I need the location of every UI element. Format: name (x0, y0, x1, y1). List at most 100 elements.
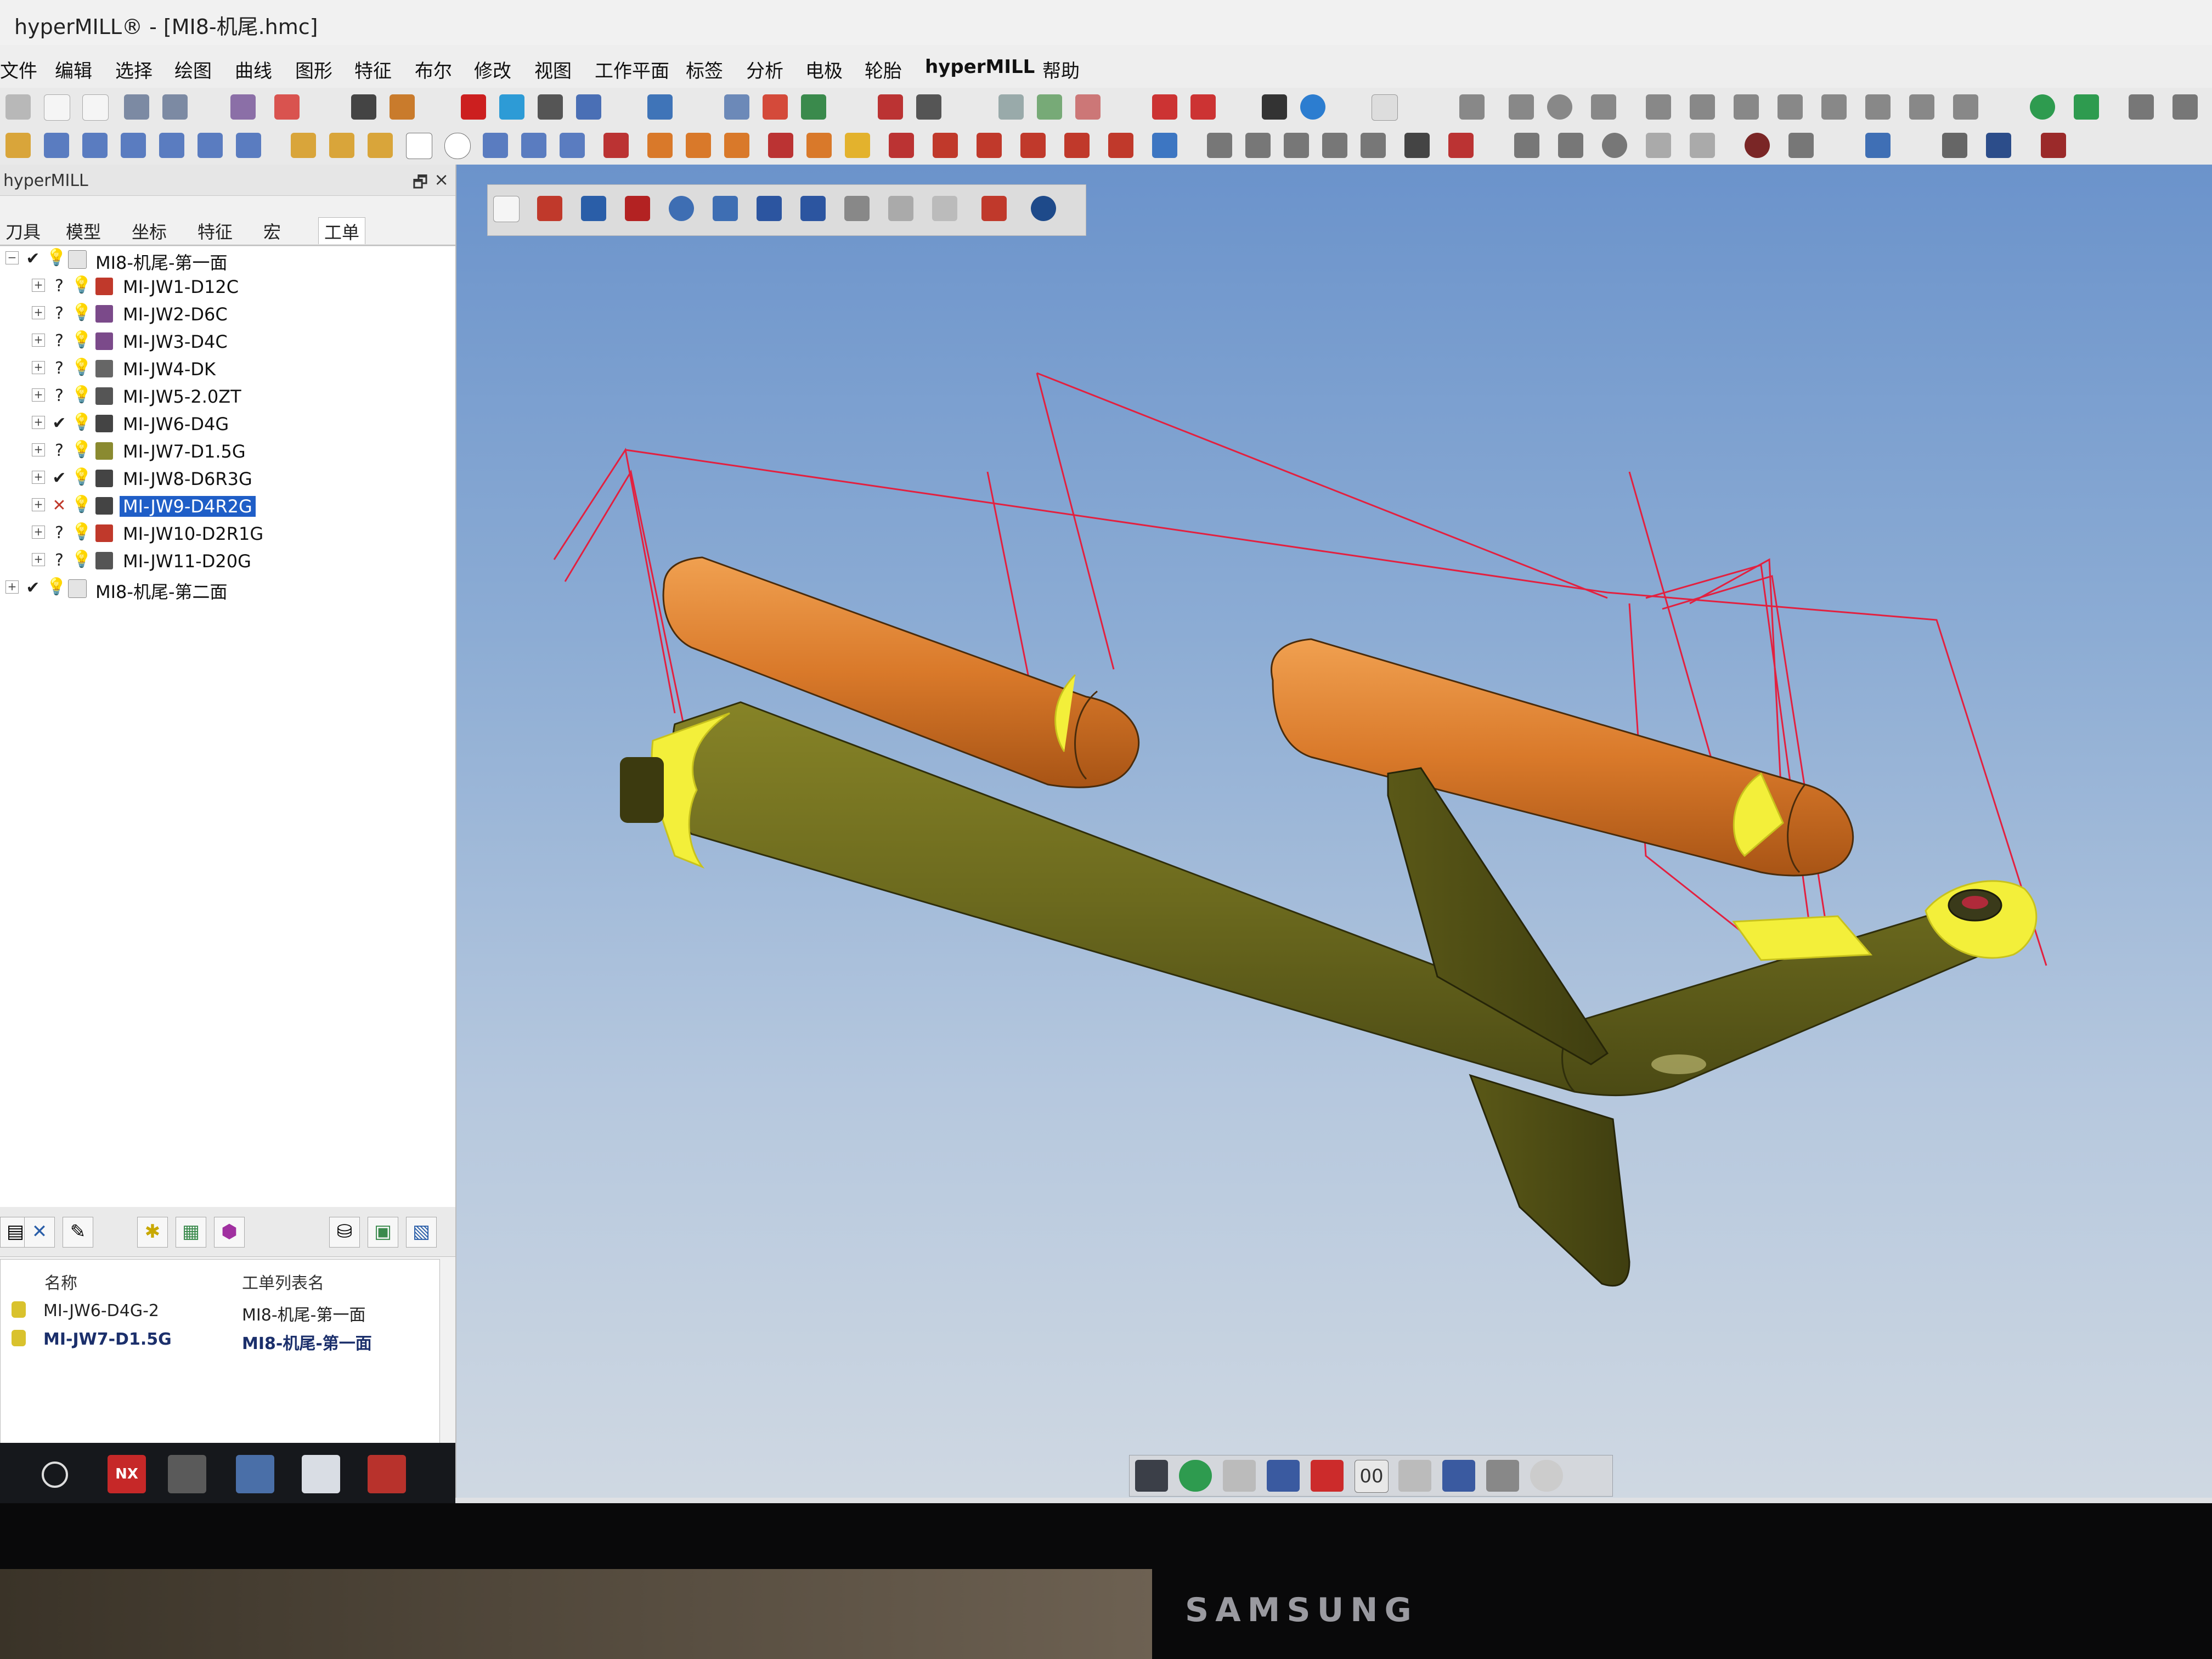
undo-icon[interactable] (124, 94, 149, 120)
database-icon[interactable]: ⛁ (329, 1217, 360, 1248)
redo-icon[interactable] (162, 94, 188, 120)
machine-icon[interactable] (713, 196, 738, 221)
bulb-icon[interactable]: 💡 (46, 248, 66, 267)
diamond-icon[interactable] (845, 133, 870, 158)
tab-jobs[interactable]: 工单 (318, 217, 366, 244)
list-item[interactable]: MI-JW7-D1.5G MI8-机尾-第一面 (1, 1327, 439, 1354)
menu-modify[interactable]: 修改 (474, 56, 511, 83)
arc2-icon[interactable] (1514, 133, 1539, 158)
expand-icon[interactable]: + (32, 443, 45, 456)
pick-icon[interactable] (499, 94, 524, 120)
curve4-icon[interactable] (159, 133, 184, 158)
tree-job-10[interactable]: + ? 💡 MI-JW10-D2R1G (0, 521, 455, 546)
expand-icon[interactable]: + (32, 471, 45, 484)
layer-icon[interactable] (230, 94, 256, 120)
bulb-icon[interactable]: 💡 (71, 413, 92, 432)
section-icon[interactable] (1942, 133, 1967, 158)
cut-icon[interactable] (5, 94, 31, 120)
delete-job-icon[interactable]: ✕ (24, 1217, 55, 1248)
star-icon[interactable]: ✱ (137, 1217, 168, 1248)
spline-icon[interactable] (483, 133, 508, 158)
expand-icon[interactable]: + (32, 498, 45, 511)
layer-stack-icon[interactable]: ▦ (176, 1217, 206, 1248)
info-icon[interactable] (757, 196, 782, 221)
restore-icon[interactable]: 🗗 (413, 170, 428, 198)
palette-icon[interactable] (998, 94, 1024, 120)
collapse-icon[interactable]: − (5, 251, 19, 264)
cortana-icon[interactable] (42, 1462, 68, 1488)
tab-features[interactable]: 特征 (192, 217, 238, 244)
slab-icon[interactable] (977, 133, 1002, 158)
snap-icon[interactable] (1311, 1460, 1344, 1492)
tree-job-1[interactable]: + ? 💡 MI-JW1-D12C (0, 274, 455, 300)
bulb-icon[interactable]: 💡 (71, 495, 92, 514)
stock-icon[interactable] (981, 196, 1007, 221)
sketch-icon[interactable] (1223, 1460, 1256, 1492)
menu-file[interactable]: 文件 (0, 56, 37, 83)
expand-icon[interactable]: + (32, 306, 45, 319)
hex-icon[interactable]: ⬢ (214, 1217, 245, 1248)
bulb-icon[interactable]: 💡 (71, 385, 92, 404)
menu-shape[interactable]: 图形 (295, 56, 332, 83)
grid-00-icon[interactable] (1372, 94, 1398, 121)
tree-job-4[interactable]: + ? 💡 MI-JW4-DK (0, 357, 455, 382)
app-stack-icon[interactable] (168, 1455, 206, 1493)
bulb-icon[interactable]: 💡 (71, 440, 92, 459)
new-job-icon[interactable] (493, 196, 520, 222)
fillet-icon[interactable] (1909, 94, 1934, 120)
nx-app-icon[interactable]: NX (108, 1455, 146, 1493)
corner-icon[interactable] (1558, 133, 1583, 158)
wire5-icon[interactable] (1361, 133, 1386, 158)
tree-job-9[interactable]: + ✕ 💡 MI-JW9-D4R2G (0, 494, 455, 519)
extrude-icon[interactable] (768, 133, 793, 158)
bulb-icon[interactable]: 💡 (71, 522, 92, 541)
hypermill-app-icon[interactable] (368, 1455, 406, 1493)
expand-icon[interactable]: + (32, 416, 45, 429)
blend-icon[interactable] (1986, 133, 2011, 158)
vertical-fin-lower[interactable] (1469, 1074, 1630, 1287)
undo-job-icon[interactable] (844, 196, 870, 221)
delete-icon[interactable] (461, 94, 486, 120)
measure-icon[interactable] (1075, 94, 1101, 120)
tree-root-first-face[interactable]: − ✔ 💡 MI8-机尾-第一面 (0, 247, 455, 273)
simulate-icon[interactable] (1031, 196, 1056, 221)
bulb-icon[interactable]: 💡 (46, 577, 66, 596)
loft-icon[interactable] (647, 133, 673, 158)
expand-icon[interactable]: + (32, 361, 45, 374)
wire3-icon[interactable] (1284, 133, 1309, 158)
surface2-icon[interactable] (329, 133, 354, 158)
arrow-icon[interactable] (1953, 94, 1978, 120)
curve3-icon[interactable] (121, 133, 146, 158)
menu-edit[interactable]: 编辑 (55, 56, 92, 83)
fuel-tank-right[interactable] (1271, 638, 1854, 877)
line-icon[interactable] (1459, 94, 1485, 120)
paste-icon[interactable] (82, 94, 109, 121)
view-globe-icon[interactable] (2030, 94, 2055, 120)
rotate-icon[interactable] (1734, 94, 1759, 120)
pin-icon[interactable] (889, 133, 914, 158)
mill-icon[interactable] (878, 94, 903, 120)
move-icon[interactable] (2074, 94, 2099, 120)
image-icon[interactable]: ▣ (368, 1217, 398, 1248)
circle-icon[interactable] (1547, 94, 1572, 120)
3d-viewport[interactable]: 00 (455, 165, 2212, 1498)
shade-icon[interactable] (647, 94, 673, 120)
bulb-icon[interactable]: 💡 (71, 330, 92, 349)
attribute-icon[interactable] (1037, 94, 1062, 120)
info-2-icon[interactable] (800, 196, 826, 221)
loop-icon[interactable] (1602, 133, 1627, 158)
expand-icon[interactable]: + (32, 279, 45, 292)
fit-icon[interactable] (2172, 94, 2198, 120)
tab-model[interactable]: 模型 (60, 217, 106, 244)
segment-icon[interactable] (1509, 94, 1534, 120)
box-icon[interactable] (933, 133, 958, 158)
menu-hypermill[interactable]: hyperMILL (925, 56, 1035, 78)
tab-macros[interactable]: 宏 (258, 217, 286, 244)
tree-job-2[interactable]: + ? 💡 MI-JW2-D6C (0, 302, 455, 327)
drill-icon[interactable] (1404, 133, 1430, 158)
menu-help[interactable]: 帮助 (1042, 56, 1080, 83)
bulb-icon[interactable]: 💡 (71, 303, 92, 322)
helix-icon[interactable] (560, 133, 585, 158)
curve5-icon[interactable] (198, 133, 223, 158)
menu-tire[interactable]: 轮胎 (865, 56, 902, 83)
